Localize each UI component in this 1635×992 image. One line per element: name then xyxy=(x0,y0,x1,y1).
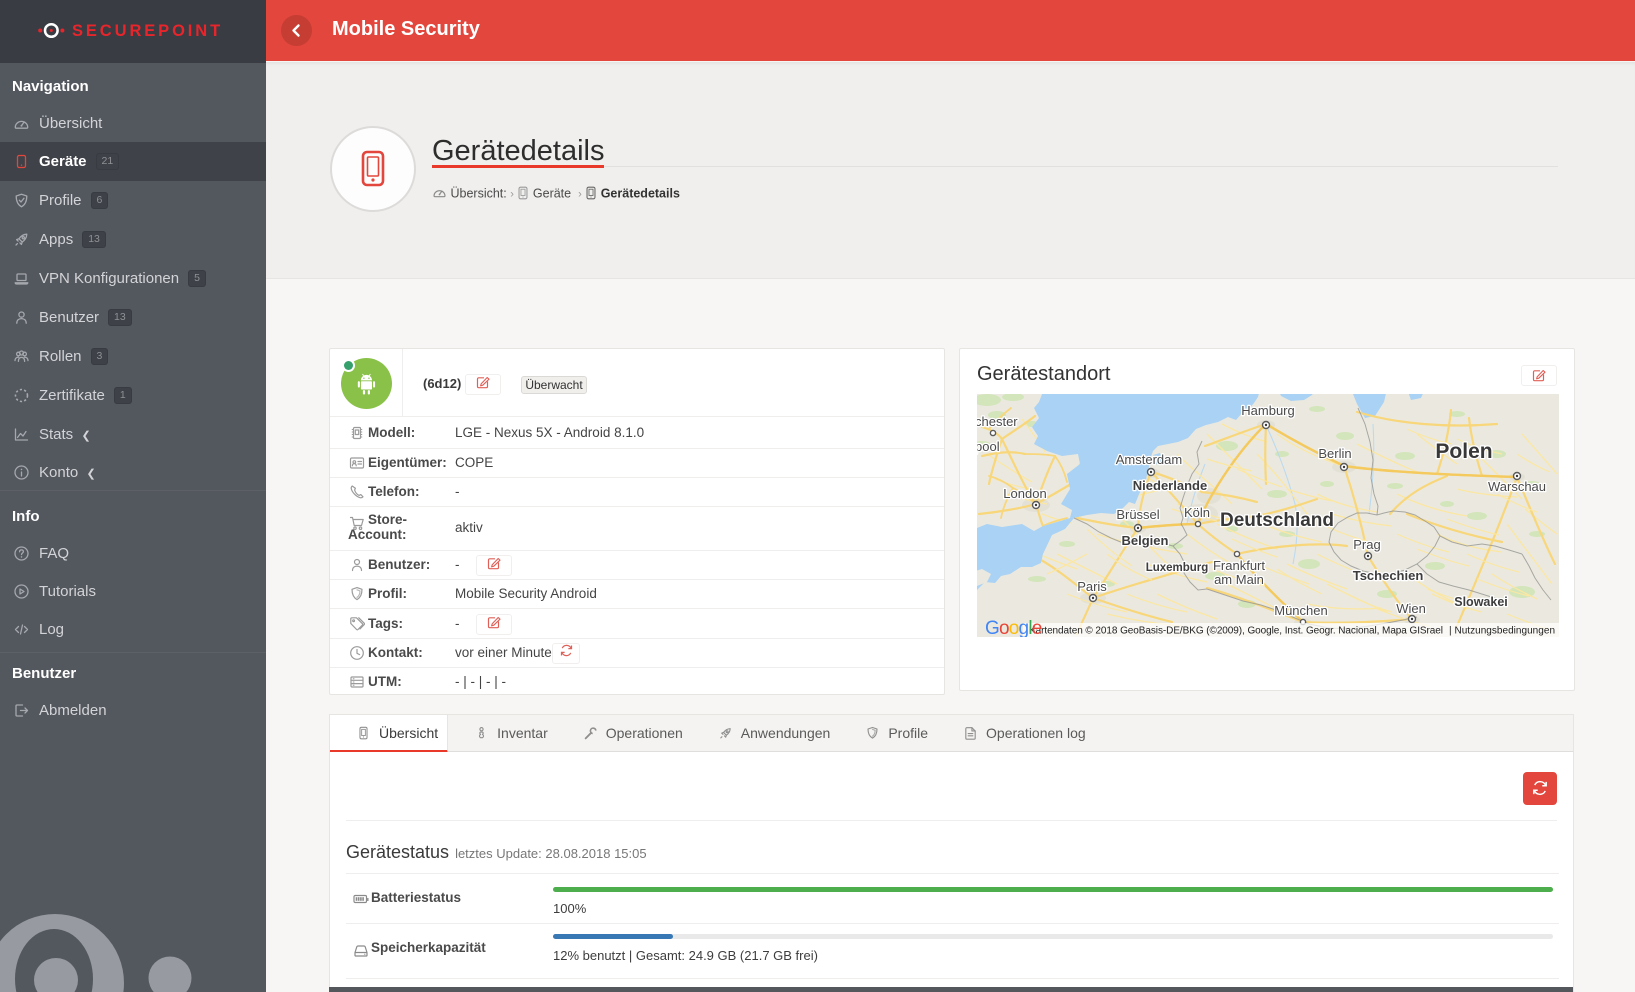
svg-text:Belgien: Belgien xyxy=(1122,533,1169,548)
svg-text:Niederlande: Niederlande xyxy=(1133,478,1207,493)
svg-text:Berlin: Berlin xyxy=(1318,446,1351,461)
svg-text:Google: Google xyxy=(985,618,1042,637)
svg-text:| Nutzungsbedingungen: | Nutzungsbedingungen xyxy=(1449,626,1555,637)
svg-text:München: München xyxy=(1274,603,1327,618)
svg-text:Amsterdam: Amsterdam xyxy=(1116,452,1182,467)
svg-text:Köln: Köln xyxy=(1184,505,1210,520)
svg-text:London: London xyxy=(1003,486,1046,501)
svg-text:Polen: Polen xyxy=(1435,440,1492,463)
svg-text:Wien: Wien xyxy=(1396,601,1426,616)
svg-text:chester: chester xyxy=(977,414,1018,429)
svg-text:Luxemburg: Luxemburg xyxy=(1146,562,1209,574)
svg-text:Frankfurt: Frankfurt xyxy=(1213,558,1265,573)
svg-text:Slowakei: Slowakei xyxy=(1454,595,1508,609)
svg-text:Paris: Paris xyxy=(1077,579,1107,594)
svg-text:Hamburg: Hamburg xyxy=(1241,403,1294,418)
svg-text:Prag: Prag xyxy=(1353,537,1380,552)
svg-text:Deutschland: Deutschland xyxy=(1220,510,1334,531)
svg-text:am Main: am Main xyxy=(1214,572,1264,587)
svg-text:pool: pool xyxy=(977,439,1000,454)
svg-text:Tschechien: Tschechien xyxy=(1353,568,1424,583)
svg-text:Warschau: Warschau xyxy=(1488,479,1546,494)
svg-text:Kartendaten © 2018 GeoBasis-DE: Kartendaten © 2018 GeoBasis-DE/BKG (©200… xyxy=(1029,626,1443,637)
svg-text:Brüssel: Brüssel xyxy=(1116,507,1159,522)
